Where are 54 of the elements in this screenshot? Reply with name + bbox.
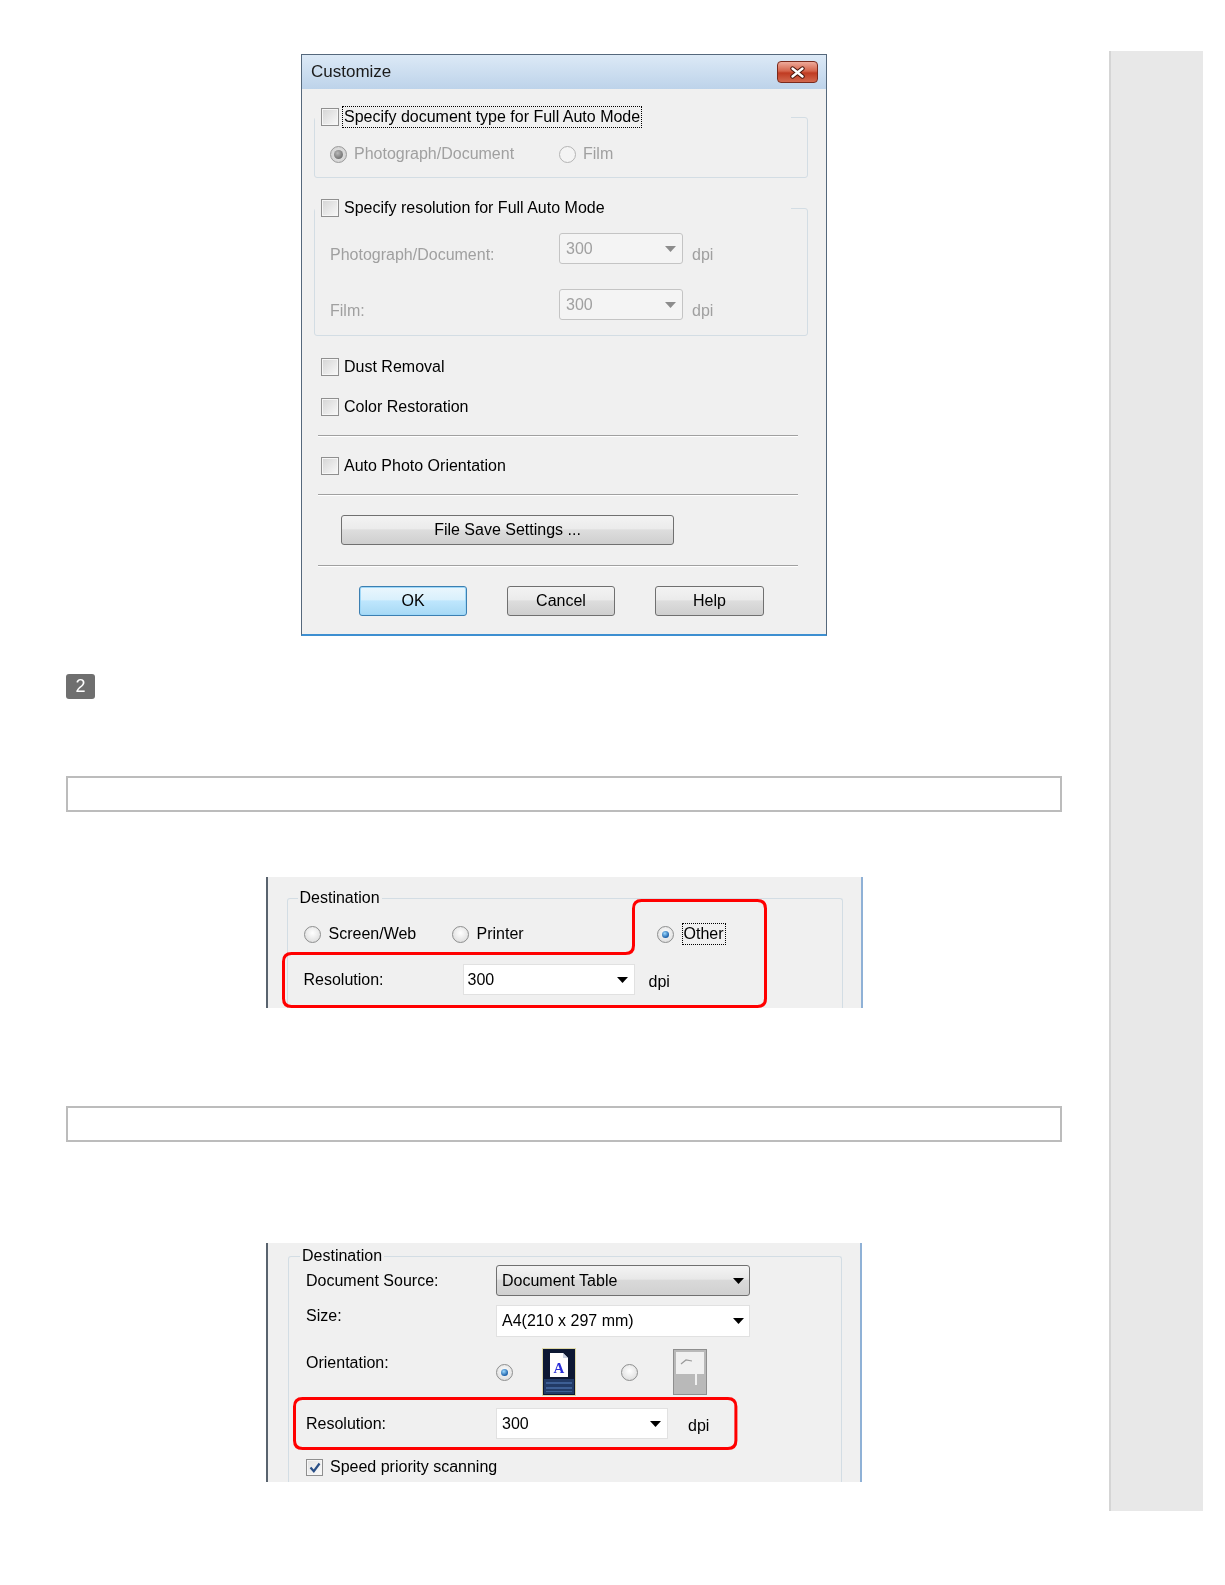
checkbox-label[interactable]: Dust Removal (344, 357, 445, 377)
checkbox-label[interactable]: Color Restoration (344, 397, 469, 417)
caret-icon (733, 1318, 744, 1324)
checkbox[interactable] (321, 199, 339, 217)
unit-label: dpi (688, 1415, 710, 1436)
radio-label[interactable]: Printer (476, 924, 524, 944)
radio-label[interactable]: Screen/Web (328, 924, 417, 944)
checkmark-icon (308, 1461, 321, 1473)
dialog-button[interactable]: Cancel (507, 586, 615, 616)
checkbox[interactable] (321, 398, 339, 416)
caret-icon (665, 301, 676, 308)
group-label: Destination (298, 888, 381, 908)
checkbox[interactable] (321, 108, 339, 126)
radio-button[interactable] (621, 1363, 638, 1381)
caret-icon (650, 1420, 661, 1427)
window-title: Customize (311, 62, 392, 82)
caret-icon (616, 976, 628, 983)
field-label: Document Source: (306, 1270, 440, 1291)
checkbox-label[interactable]: Speed priority scanning (330, 1457, 498, 1477)
checkbox-label[interactable]: Specify resolution for Full Auto Mode (344, 198, 605, 218)
caret-icon (733, 1277, 744, 1284)
dropdown[interactable]: 300 (496, 1408, 668, 1439)
field-label: Orientation: (306, 1353, 390, 1373)
close-button[interactable] (777, 61, 818, 83)
radio-button[interactable] (451, 925, 469, 943)
checkbox-label[interactable]: Auto Photo Orientation (344, 456, 506, 476)
group-label: Destination (301, 1247, 384, 1265)
radio-label[interactable]: Other (681, 923, 726, 945)
portrait-orientation-icon: A (542, 1348, 576, 1396)
checkbox[interactable] (306, 1458, 323, 1476)
step-number: 2 (66, 674, 95, 699)
radio-button[interactable] (303, 925, 321, 943)
dialog-button[interactable]: Help (655, 586, 764, 616)
unit-label: dpi (692, 301, 714, 321)
radio-button[interactable] (496, 1363, 513, 1381)
dialog-button[interactable]: OK (359, 586, 467, 616)
checkbox[interactable] (321, 457, 339, 475)
dropdown[interactable]: A4(210 x 297 mm) (496, 1305, 750, 1337)
field-label: Resolution: (303, 969, 385, 990)
checkbox[interactable] (321, 358, 339, 376)
dropdown[interactable]: 300 (462, 964, 635, 995)
field-label: Size: (306, 1306, 343, 1326)
unit-label: dpi (648, 972, 670, 992)
close-icon (789, 65, 806, 79)
settings-button[interactable]: File Save Settings ... (341, 515, 674, 545)
field-label: Photograph/Document: (330, 245, 496, 265)
field-label: Film: (330, 301, 366, 321)
field-label: Resolution: (306, 1413, 388, 1434)
checkbox-label[interactable]: Specify document type for Full Auto Mode (342, 106, 643, 128)
dropdown[interactable]: Document Table (496, 1265, 750, 1296)
caret-icon (665, 245, 676, 252)
landscape-orientation-icon (673, 1349, 707, 1395)
radio-button[interactable] (656, 925, 674, 943)
unit-label: dpi (692, 245, 714, 265)
